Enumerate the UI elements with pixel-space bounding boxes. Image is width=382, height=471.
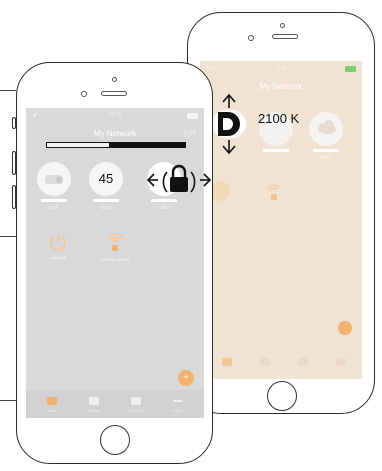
front-volume-up-button[interactable]: [12, 151, 16, 175]
temperature-value: 2100 K: [258, 111, 300, 126]
back-tab-more-icon[interactable]: [336, 358, 346, 366]
back-status-time: 9:41: [276, 65, 286, 71]
back-add-button[interactable]: [338, 321, 352, 335]
front-volume-down-button[interactable]: [12, 185, 16, 209]
front-mute-switch[interactable]: [12, 117, 16, 129]
front-tile-label: Door: [101, 205, 111, 210]
front-tile-value: 45: [98, 171, 114, 186]
front-tab-more-icon[interactable]: [173, 400, 183, 402]
front-tab-home-icon[interactable]: [47, 397, 57, 405]
front-sensor: [112, 77, 117, 82]
back-speaker: [272, 34, 298, 39]
connector-line-middle: [0, 236, 16, 237]
front-tile-circle: 45: [89, 162, 123, 196]
connector-line-bottom: [0, 400, 16, 401]
front-tile-door[interactable]: 45 Door: [88, 162, 124, 210]
back-action-power[interactable]: [210, 181, 230, 201]
front-tile-bar: [93, 199, 119, 202]
brightness-slider-fill: [109, 143, 185, 147]
front-action-label: Lock all: [50, 255, 66, 260]
camera-device-icon: [45, 175, 63, 184]
back-tile-circle: [309, 112, 343, 146]
back-tab-rooms-icon[interactable]: [260, 358, 270, 366]
front-tab-bar: Home Rooms Scenes More: [26, 390, 204, 418]
brightness-slider[interactable]: [46, 142, 186, 148]
lock-arrows-icon: [146, 164, 212, 193]
front-action-nearby-sensor[interactable]: Nearby sensor: [92, 228, 138, 262]
front-tab-rooms-label[interactable]: Rooms: [81, 408, 107, 413]
front-page-title: My Network: [93, 129, 137, 138]
back-tile-office[interactable]: Office: [308, 112, 344, 160]
front-phone: ◢ 12:15 My Network Edit Hall 45 Door Off…: [12, 62, 213, 464]
front-home-button[interactable]: [100, 425, 130, 455]
back-status-bar: ●●● 9:41: [200, 65, 362, 73]
cloud-icon: [318, 120, 336, 134]
front-tab-home-label[interactable]: Home: [39, 408, 65, 413]
back-tab-home-icon[interactable]: [222, 358, 232, 366]
front-action-label: Nearby sensor: [100, 257, 130, 262]
front-status-bar: ◢ 12:15: [26, 112, 204, 120]
back-action-sensor[interactable]: [264, 179, 284, 203]
wifi-lock-icon: [106, 233, 124, 251]
front-tile-label: Hall: [50, 205, 58, 210]
back-page-title: My Network: [259, 82, 303, 91]
front-tab-rooms-icon[interactable]: [89, 397, 99, 405]
back-tab-bar: [200, 351, 362, 379]
back-tile-bar: [263, 149, 289, 152]
lock-dial[interactable]: [146, 160, 212, 200]
front-action-lock-all[interactable]: Lock all: [38, 232, 78, 260]
wifi-lock-icon: [267, 184, 281, 200]
back-battery-icon: [345, 66, 356, 72]
back-tab-scenes-icon[interactable]: [298, 358, 308, 366]
front-tab-scenes-icon[interactable]: [131, 397, 141, 405]
back-sensor: [280, 23, 285, 28]
front-tab-more-label[interactable]: More: [165, 408, 191, 413]
front-tab-scenes-label[interactable]: Scenes: [123, 408, 149, 413]
front-tile-bar: [41, 199, 67, 202]
back-camera: [248, 35, 254, 41]
plus-icon: +: [183, 372, 189, 382]
front-tile-hall[interactable]: Hall: [36, 162, 72, 210]
front-battery-icon: [187, 113, 198, 119]
back-tile-label: Office: [320, 155, 332, 160]
front-tile-circle: [37, 162, 71, 196]
power-icon: [50, 234, 66, 251]
back-home-button[interactable]: [267, 381, 297, 411]
front-add-button[interactable]: +: [178, 370, 194, 386]
front-status-time: 12:15: [108, 112, 122, 118]
front-camera: [81, 91, 87, 97]
connector-line-top: [0, 90, 16, 91]
front-edit-button[interactable]: Edit: [184, 130, 196, 137]
front-screen: ◢ 12:15 My Network Edit Hall 45 Door Off…: [26, 108, 204, 418]
back-phone: ●●● 9:41 My Network Office: [187, 12, 375, 414]
back-tile-bar: [313, 149, 339, 152]
front-speaker: [101, 91, 127, 96]
front-tile-label: Office: [158, 205, 170, 210]
